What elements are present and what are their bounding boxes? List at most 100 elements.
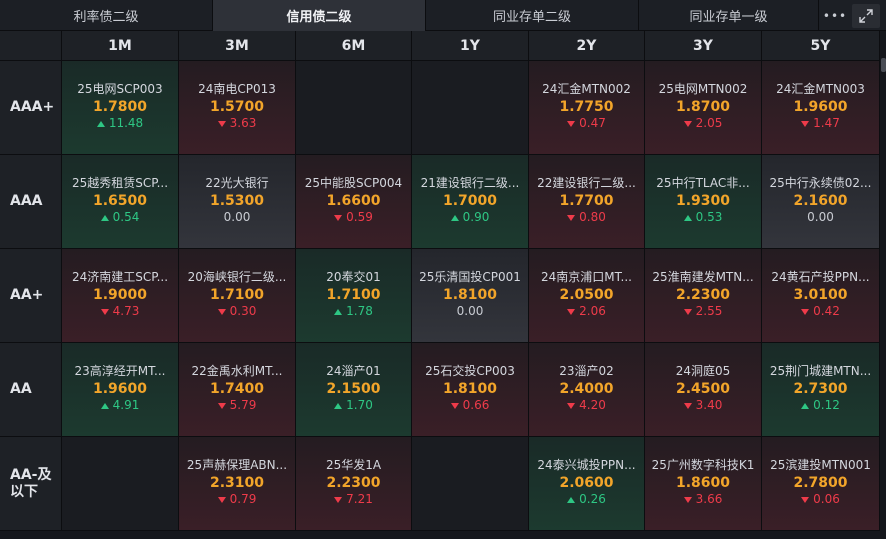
bond-name: 24南京浦口MT... [541, 270, 632, 284]
more-dots-icon[interactable]: ••• [820, 0, 850, 31]
bond-cell[interactable]: 24汇金MTN002 1.7750 0.47 [529, 61, 645, 155]
yield-change: 0.00 [224, 210, 251, 225]
bond-name: 25中能股SCP004 [304, 176, 403, 190]
triangle-down-icon [683, 402, 692, 409]
triangle-down-icon [217, 496, 226, 503]
bond-cell[interactable]: 24南京浦口MT... 2.0500 2.06 [529, 249, 645, 343]
bond-cell[interactable]: 21建设银行二级... 1.7000 0.90 [412, 155, 529, 249]
bond-name: 25华发1A [325, 458, 382, 472]
bond-cell[interactable]: 25越秀租赁SCP... 1.6500 0.54 [62, 155, 179, 249]
row-header: AA+ [0, 249, 62, 343]
bond-cell[interactable]: 25电网MTN002 1.8700 2.05 [645, 61, 762, 155]
triangle-up-icon [334, 402, 343, 409]
bond-cell[interactable]: 20奉交01 1.7100 1.78 [296, 249, 412, 343]
bond-name: 25石交投CP003 [425, 364, 515, 378]
yield-change-value: 2.55 [695, 304, 723, 318]
triangle-up-icon [450, 214, 459, 221]
triangle-up-icon [100, 214, 109, 221]
triangle-down-icon [567, 402, 576, 409]
yield-change-value: 0.06 [813, 492, 840, 506]
bond-yield: 2.2300 [326, 475, 381, 491]
bond-cell[interactable]: 25石交投CP003 1.8100 0.66 [412, 343, 529, 437]
bond-cell[interactable]: 25电网SCP003 1.7800 11.48 [62, 61, 179, 155]
bond-cell[interactable]: 25华发1A 2.2300 7.21 [296, 437, 412, 531]
column-header-1y: 1Y [412, 31, 529, 61]
bond-cell[interactable]: 24南电CP013 1.5700 3.63 [179, 61, 296, 155]
bond-yield: 2.0500 [559, 287, 614, 303]
tab-3[interactable]: 同业存单二级 [426, 0, 639, 31]
bond-cell[interactable]: 25中能股SCP004 1.6600 0.59 [296, 155, 412, 249]
bond-name: 24汇金MTN002 [542, 82, 631, 96]
bond-cell[interactable]: 24淄产01 2.1500 1.70 [296, 343, 412, 437]
bond-cell[interactable]: 24黄石产投PPN... 3.0100 0.42 [762, 249, 880, 343]
triangle-down-icon [801, 496, 810, 503]
yield-change: 0.00 [807, 210, 834, 225]
bond-cell[interactable]: 24济南建工SCP... 1.9000 4.73 [62, 249, 179, 343]
bond-yield: 2.1600 [793, 193, 848, 209]
bond-cell[interactable]: 25淮南建发MTN... 2.2300 2.55 [645, 249, 762, 343]
bond-cell[interactable]: 25中行永续债02... 2.1600 0.00 [762, 155, 880, 249]
bond-yield: 1.8100 [442, 381, 498, 397]
tab-2[interactable]: 信用债二级 [213, 0, 426, 31]
bond-name: 25乐清国投CP001 [419, 270, 521, 284]
yield-change-value: 1.70 [346, 398, 373, 412]
bond-name: 21建设银行二级... [420, 176, 520, 190]
yield-change-value: 1.78 [346, 304, 373, 318]
bond-cell[interactable]: 25广州数字科技K1 1.8600 3.66 [645, 437, 762, 531]
bond-cell[interactable]: 24洞庭05 2.4500 3.40 [645, 343, 762, 437]
bond-cell[interactable]: 25乐清国投CP001 1.8100 0.00 [412, 249, 529, 343]
triangle-up-icon [96, 120, 105, 127]
expand-button[interactable] [852, 4, 880, 28]
bond-cell[interactable]: 25中行TLAC非... 1.9300 0.53 [645, 155, 762, 249]
bond-yield: 2.7800 [793, 475, 848, 491]
bond-name: 25荆门城建MTN... [769, 364, 872, 378]
bond-cell[interactable]: 24泰兴城投PPN... 2.0600 0.26 [529, 437, 645, 531]
yield-change-value: 0.53 [695, 210, 723, 224]
yield-change: 0.54 [100, 210, 139, 225]
triangle-up-icon [334, 308, 343, 315]
triangle-down-icon [567, 120, 576, 127]
yield-change: 0.47 [567, 116, 606, 131]
triangle-down-icon [801, 308, 810, 315]
bond-yield: 1.7400 [209, 381, 265, 397]
column-header-5y: 5Y [762, 31, 880, 61]
bond-yield: 2.4000 [559, 381, 614, 397]
scrollbar-track[interactable] [880, 31, 886, 539]
yield-change-value: 3.66 [695, 492, 723, 506]
expand-icon [859, 9, 873, 23]
triangle-down-icon [217, 120, 226, 127]
bond-cell[interactable]: 22金禹水利MT... 1.7400 5.79 [179, 343, 296, 437]
yield-change: 0.80 [567, 210, 606, 225]
bond-cell[interactable]: 24汇金MTN003 1.9600 1.47 [762, 61, 880, 155]
yield-change-value: 2.05 [695, 116, 723, 130]
bond-cell[interactable]: 25荆门城建MTN... 2.7300 0.12 [762, 343, 880, 437]
yield-change: 0.30 [217, 304, 256, 319]
bond-name: 23淄产02 [559, 364, 614, 378]
bond-yield: 2.7300 [793, 381, 848, 397]
tab-4[interactable]: 同业存单一级 [639, 0, 819, 31]
bond-cell[interactable]: 23淄产02 2.4000 4.20 [529, 343, 645, 437]
yield-change: 5.79 [217, 398, 256, 413]
yield-change-value: 3.63 [229, 116, 257, 130]
bond-cell[interactable]: 22光大银行 1.5300 0.00 [179, 155, 296, 249]
bond-cell[interactable]: 20海峡银行二级... 1.7100 0.30 [179, 249, 296, 343]
bond-name: 25声赫保理ABN... [186, 458, 288, 472]
bond-name: 25广州数字科技K1 [651, 458, 755, 472]
yield-change-value: 0.47 [579, 116, 606, 130]
column-header-3m: 3M [179, 31, 296, 61]
bond-name: 24泰兴城投PPN... [537, 458, 636, 472]
triangle-down-icon [683, 120, 692, 127]
triangle-down-icon [334, 496, 343, 503]
triangle-down-icon [450, 402, 459, 409]
empty-cell [412, 61, 529, 155]
bond-cell[interactable]: 25声赫保理ABN... 2.3100 0.79 [179, 437, 296, 531]
column-header-6m: 6M [296, 31, 412, 61]
scrollbar-thumb[interactable] [881, 58, 886, 72]
triangle-down-icon [567, 308, 576, 315]
bond-yield: 2.4500 [675, 381, 731, 397]
yield-change: 2.06 [567, 304, 606, 319]
bond-cell[interactable]: 23高淳经开MT... 1.9600 4.91 [62, 343, 179, 437]
tab-1[interactable]: 利率债二级 [0, 0, 213, 31]
bond-cell[interactable]: 25滨建投MTN001 2.7800 0.06 [762, 437, 880, 531]
bond-cell[interactable]: 22建设银行二级... 1.7700 0.80 [529, 155, 645, 249]
